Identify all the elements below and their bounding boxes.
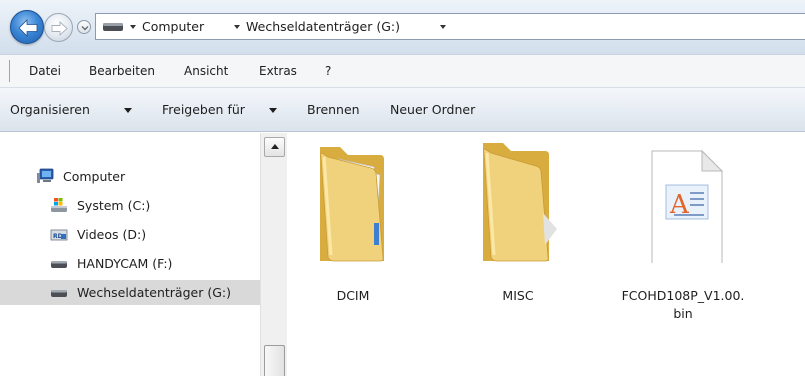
file-name: FCOHD108P_V1.00.bin [621, 288, 745, 321]
removable-drive-icon [51, 290, 67, 297]
menu-bar: Datei Bearbeiten Ansicht Extras ? [0, 54, 805, 88]
nav-item-system-c[interactable]: System (C:) [0, 193, 260, 218]
nav-item-label: Videos (D:) [77, 227, 147, 242]
chevron-down-icon [81, 26, 89, 31]
menu-extras[interactable]: Extras [259, 64, 297, 78]
nav-item-wechseldatentraeger-g[interactable]: Wechseldatenträger (G:) [0, 280, 260, 305]
address-field[interactable]: Computer Wechseldatenträger (G:) [95, 13, 805, 40]
breadcrumb-dropdown-icon[interactable] [440, 25, 446, 29]
nav-pane-scrollbar[interactable] [260, 133, 287, 376]
forward-button[interactable] [44, 13, 73, 42]
share-with-button[interactable]: Freigeben für [162, 102, 245, 117]
new-folder-button[interactable]: Neuer Ordner [390, 102, 475, 117]
menu-bearbeiten[interactable]: Bearbeiten [89, 64, 155, 78]
removable-drive-icon [103, 23, 123, 31]
organize-dropdown-icon[interactable] [124, 108, 132, 113]
nav-item-label: Wechseldatenträger (G:) [77, 285, 231, 300]
share-dropdown-icon[interactable] [269, 108, 277, 113]
breadcrumb-computer[interactable]: Computer [142, 19, 204, 34]
address-bar-area: Computer Wechseldatenträger (G:) [0, 0, 805, 54]
breadcrumb-current-drive[interactable]: Wechseldatenträger (G:) [246, 19, 400, 34]
command-bar: Organisieren Freigeben für Brennen Neuer… [0, 88, 805, 132]
windows-drive-icon [51, 198, 67, 212]
burn-button[interactable]: Brennen [307, 102, 360, 117]
nav-item-handycam-f[interactable]: HANDYCAM (F:) [0, 251, 260, 276]
document-file-icon: A [651, 149, 724, 263]
scroll-up-button[interactable] [264, 137, 285, 157]
computer-icon [37, 168, 54, 183]
nav-item-label: HANDYCAM (F:) [77, 256, 173, 271]
removable-drive-icon [51, 261, 67, 268]
recent-pages-button[interactable] [77, 20, 91, 34]
nav-item-computer[interactable]: Computer [0, 164, 260, 189]
breadcrumb-separator-icon[interactable] [130, 25, 136, 29]
file-name: DCIM [336, 288, 370, 303]
file-list: DCIM MISC A FCOHD108P_V1.00.bin [288, 133, 805, 376]
folder-icon [320, 147, 384, 262]
dvd-drive-icon: RD [50, 229, 68, 241]
nav-item-label: System (C:) [77, 198, 151, 213]
menu-grip [9, 60, 10, 82]
organize-button[interactable]: Organisieren [10, 102, 90, 117]
scroll-thumb[interactable] [264, 345, 285, 376]
arrow-left-icon [18, 19, 38, 37]
arrow-right-icon [51, 20, 68, 37]
nav-item-label: Computer [63, 169, 126, 184]
breadcrumb-separator-icon[interactable] [234, 25, 240, 29]
back-button[interactable] [10, 10, 44, 44]
folder-icon [483, 143, 557, 262]
navigation-pane: Computer System (C:) RD Videos (D:) HAND… [0, 133, 260, 376]
nav-item-videos-d[interactable]: RD Videos (D:) [0, 222, 260, 247]
menu-datei[interactable]: Datei [29, 64, 61, 78]
menu-help[interactable]: ? [325, 64, 331, 78]
menu-ansicht[interactable]: Ansicht [184, 64, 228, 78]
file-name: MISC [502, 288, 534, 303]
